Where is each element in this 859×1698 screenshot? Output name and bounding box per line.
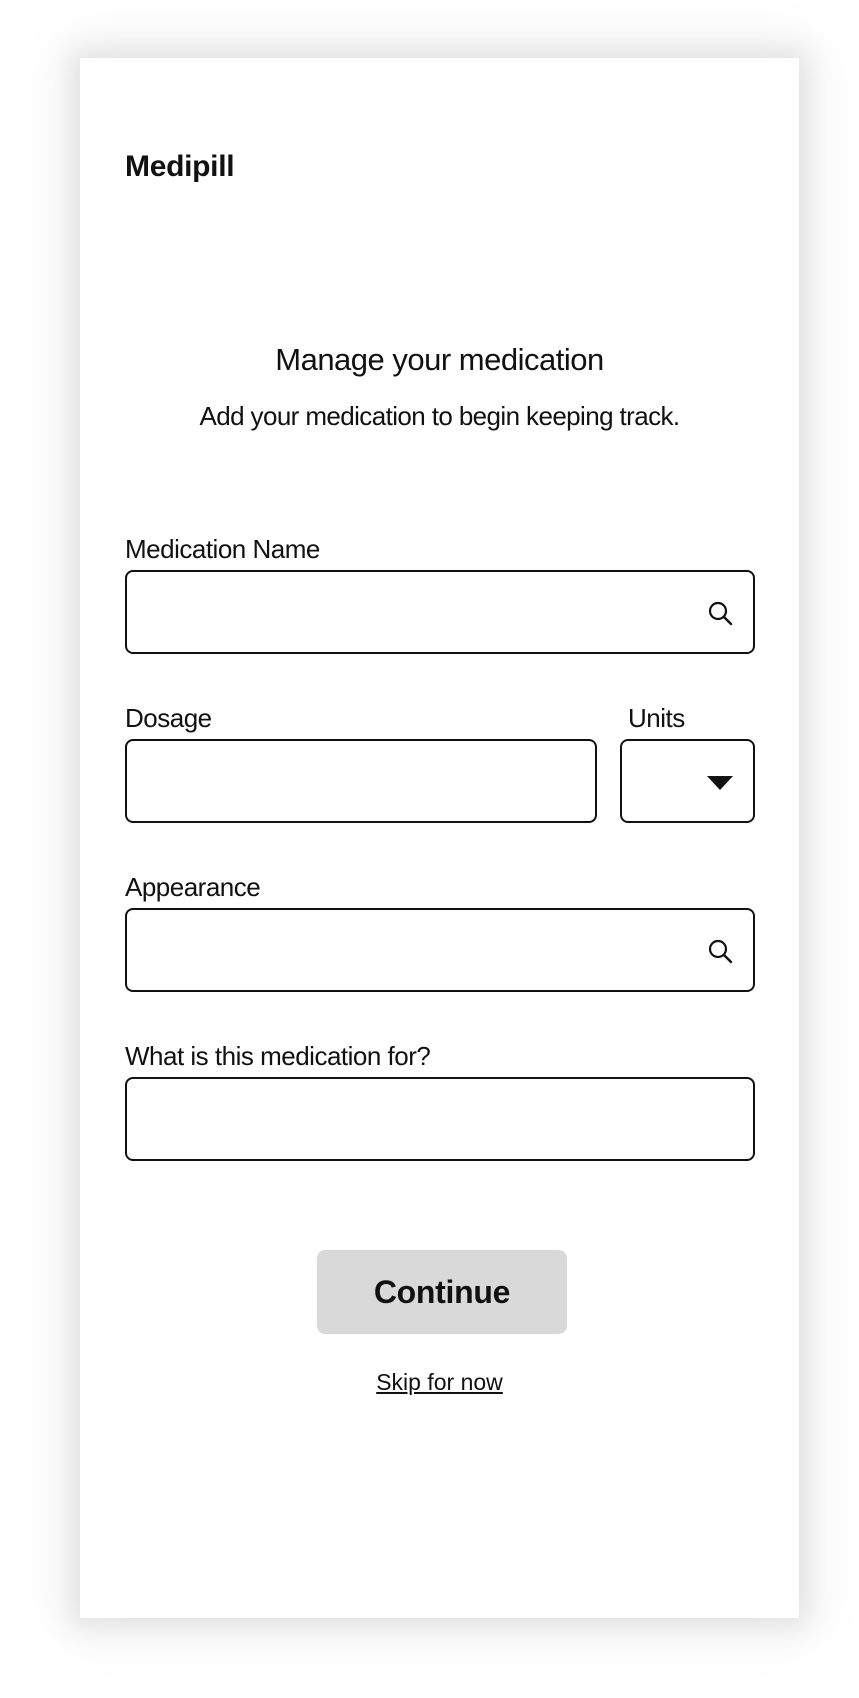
brand-logo: Medipill bbox=[125, 150, 235, 183]
skip-link[interactable]: Skip for now bbox=[80, 1369, 799, 1396]
search-icon[interactable] bbox=[707, 600, 733, 626]
caret-down-icon bbox=[707, 776, 733, 790]
purpose-label: What is this medication for? bbox=[125, 1041, 431, 1071]
appearance-input[interactable] bbox=[125, 908, 755, 992]
page-title: Manage your medication bbox=[275, 342, 604, 377]
purpose-input[interactable] bbox=[125, 1077, 755, 1161]
units-label: Units bbox=[628, 703, 685, 733]
dosage-input[interactable] bbox=[125, 739, 597, 823]
medication-name-label: Medication Name bbox=[125, 534, 320, 564]
onboarding-card: Medipill Manage your medication Add your… bbox=[80, 58, 799, 1618]
dosage-label: Dosage bbox=[125, 703, 212, 733]
page-subtitle: Add your medication to begin keeping tra… bbox=[199, 401, 680, 431]
appearance-label: Appearance bbox=[125, 872, 261, 902]
search-icon[interactable] bbox=[707, 938, 733, 964]
continue-button[interactable]: Continue bbox=[317, 1250, 567, 1334]
units-select[interactable] bbox=[620, 739, 755, 823]
medication-name-input[interactable] bbox=[125, 570, 755, 654]
